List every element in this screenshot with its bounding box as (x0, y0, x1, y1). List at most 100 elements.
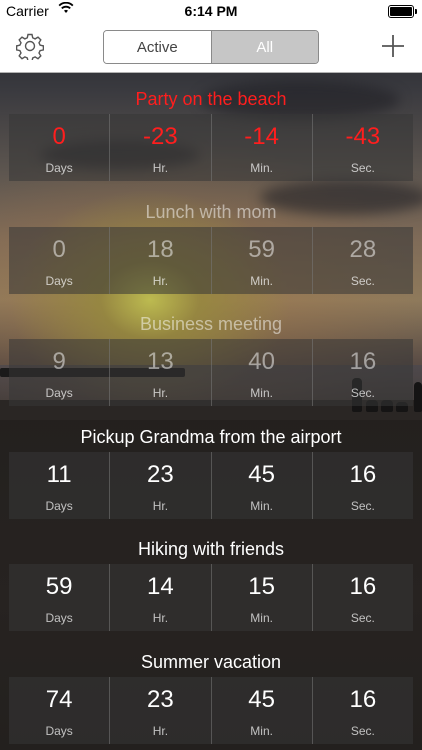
minutes-label: Min. (250, 723, 273, 738)
days-value: 0 (52, 123, 66, 150)
seconds-label: Sec. (350, 723, 375, 738)
event-title: Business meeting (139, 314, 283, 334)
countdown-days: 11 Days (9, 452, 109, 519)
hours-label: Hr. (152, 611, 169, 625)
battery-icon (388, 5, 417, 18)
minutes-value: 45 (248, 685, 275, 713)
minutes-label: Min. (250, 611, 273, 625)
event-title: Hiking with friends (137, 539, 285, 559)
countdown-minutes: 59 Min. (210, 226, 312, 294)
nav-bar: Active All (0, 22, 422, 73)
hours-label: Hr. (152, 161, 169, 175)
minutes-label: Min. (250, 386, 273, 400)
minutes-label: Min. (250, 273, 273, 288)
event-title: Summer vacation (140, 651, 282, 672)
seconds-value: 28 (349, 235, 377, 263)
days-label: Days (45, 498, 73, 513)
filter-segmented-control[interactable]: Active All (103, 30, 319, 64)
seconds-label: Sec. (350, 498, 375, 513)
minutes-value: 45 (248, 460, 275, 488)
hours-value: 18 (147, 235, 174, 263)
seconds-label: Sec. (350, 386, 375, 400)
hours-value: 23 (147, 460, 174, 488)
seconds-value: 16 (349, 460, 377, 488)
seconds-label: Sec. (350, 273, 375, 288)
days-value: 74 (45, 685, 73, 713)
event-title: Lunch with mom (145, 201, 277, 222)
days-value: 59 (45, 573, 73, 600)
minutes-value: 40 (248, 348, 275, 375)
hours-label: Hr. (152, 273, 169, 288)
minutes-value: -14 (244, 123, 279, 150)
countdown-grid: 59 Days 14 Hr. 15 Min. 16 Sec. (9, 564, 413, 631)
countdown-minutes: 45 Min. (210, 451, 312, 519)
minutes-label: Min. (250, 161, 273, 175)
hours-value: 14 (147, 573, 174, 600)
days-label: Days (45, 386, 73, 400)
countdown-hours: 18 Hr. (109, 226, 210, 294)
countdown-seconds: 28 Sec. (311, 226, 413, 294)
event-row[interactable]: Pickup Grandma from the airport 11 Days 2… (0, 411, 422, 524)
countdown-seconds: 16 Sec. (311, 676, 413, 744)
days-label: Days (45, 161, 73, 175)
countdown-grid: 11 Days 23 Hr. 45 Min. 16 Sec. (9, 451, 413, 519)
days-label: Days (45, 273, 73, 288)
countdown-grid: 0 Days 18 Hr. 59 Min. 28 Sec. (9, 226, 413, 294)
countdown-minutes: -14 Min. (210, 114, 312, 181)
countdown-days: 74 Days (9, 677, 109, 744)
event-row[interactable]: Hiking with friends 59 Days 14 Hr. 15 Min. … (0, 523, 422, 636)
countdown-minutes: 15 Min. (210, 564, 312, 631)
gear-icon[interactable] (15, 32, 45, 62)
countdown-days: 59 Days (9, 564, 109, 631)
countdown-hours: 23 Hr. (109, 676, 210, 744)
days-label: Days (45, 611, 73, 625)
countdown-minutes: 45 Min. (210, 676, 312, 744)
status-time: 6:14 PM (184, 3, 238, 19)
minutes-value: 59 (248, 235, 275, 263)
hours-label: Hr. (152, 723, 169, 738)
minutes-value: 15 (248, 573, 275, 600)
seconds-label: Sec. (350, 161, 375, 175)
hours-label: Hr. (152, 386, 169, 400)
event-row[interactable]: Lunch with mom 0 Days 18 Hr. 59 Min. 28 Sec. (0, 186, 422, 299)
countdown-hours: 23 Hr. (109, 451, 210, 519)
event-title: Pickup Grandma from the airport (80, 426, 342, 447)
countdown-minutes: 40 Min. (210, 339, 312, 406)
event-title: Party on the beach (135, 89, 287, 109)
hours-value: 13 (147, 348, 174, 375)
countdown-seconds: 16 Sec. (311, 564, 413, 631)
seconds-value: -43 (345, 123, 381, 150)
event-row[interactable]: Summer vacation 74 Days 23 Hr. 45 Min. 16 Se… (0, 636, 422, 749)
countdown-hours: 14 Hr. (109, 564, 210, 631)
countdown-days: 9 Days (9, 339, 109, 406)
add-event-icon[interactable] (380, 33, 406, 59)
countdown-hours: 13 Hr. (109, 339, 210, 406)
status-bar: Carrier 6:14 PM (0, 0, 422, 22)
seconds-value: 16 (349, 685, 377, 713)
days-label: Days (45, 723, 73, 738)
days-value: 0 (52, 235, 66, 263)
seconds-value: 16 (349, 348, 377, 375)
segment-active[interactable]: Active (104, 31, 212, 63)
days-value: 11 (46, 460, 72, 488)
hours-value: 23 (147, 685, 174, 713)
segment-all[interactable]: All (211, 31, 318, 63)
seconds-label: Sec. (350, 611, 375, 625)
event-row[interactable]: Business meeting 9 Days 13 Hr. 40 Min. 16 Se… (0, 298, 422, 411)
countdown-days: 0 Days (9, 114, 109, 181)
countdown-seconds: 16 Sec. (311, 339, 413, 406)
days-value: 9 (52, 348, 66, 375)
hours-value: -23 (143, 123, 178, 150)
countdown-seconds: 16 Sec. (311, 451, 413, 519)
countdown-seconds: -43 Sec. (311, 114, 413, 181)
countdown-grid: 74 Days 23 Hr. 45 Min. 16 Sec. (9, 676, 413, 744)
countdown-grid: 0 Days -23 Hr. -14 Min. -43 Sec. (9, 114, 413, 181)
countdown-days: 0 Days (9, 227, 109, 294)
minutes-label: Min. (250, 498, 273, 513)
seconds-value: 16 (349, 573, 377, 600)
event-list: Party on the beach 0 Days -23 Hr. -14 Min. … (0, 73, 422, 748)
event-row[interactable]: Party on the beach 0 Days -23 Hr. -14 Min. … (0, 73, 422, 186)
countdown-hours: -23 Hr. (109, 114, 210, 181)
hours-label: Hr. (152, 498, 169, 513)
countdown-grid: 9 Days 13 Hr. 40 Min. 16 Sec. (9, 339, 413, 406)
